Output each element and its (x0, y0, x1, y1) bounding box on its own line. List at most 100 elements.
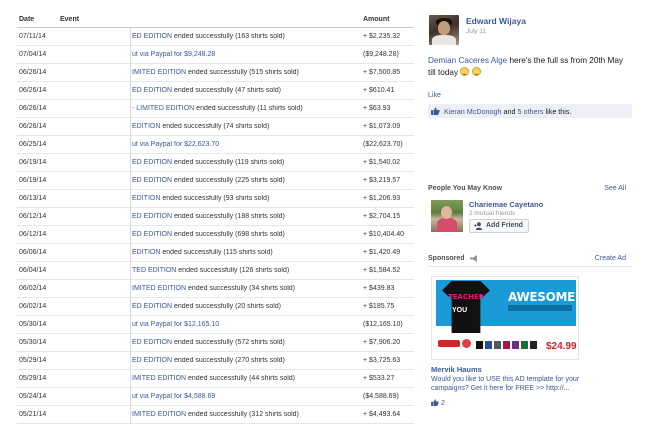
ad-description[interactable]: Would you like to USE this AD template f… (431, 375, 611, 393)
table-row: 06/04/14 TED EDITION ended successfully (… (17, 262, 414, 280)
add-friend-button[interactable]: Add Friend (469, 219, 529, 233)
row-date: 05/30/14 (19, 339, 47, 346)
campaign-link[interactable]: EDITION (132, 195, 160, 202)
campaign-link[interactable]: IMITED EDITION (132, 375, 186, 382)
column-divider (130, 28, 131, 45)
row-event: ED EDITION ended successfully (572 shirt… (132, 339, 358, 346)
row-date: 06/12/14 (19, 231, 47, 238)
mutual-friends-count[interactable]: 2 mutual friends (469, 210, 515, 217)
column-divider (130, 82, 131, 99)
row-date: 05/30/14 (19, 321, 47, 328)
ad-advertiser-name[interactable]: Mervik Haums (431, 365, 482, 374)
campaign-link[interactable]: ED EDITION (132, 231, 172, 238)
campaign-result: ended successfully (312 shirts sold) (186, 411, 299, 418)
suggested-friend-photo[interactable] (431, 200, 463, 232)
table-row: 06/26/14 - LIMITED EDITION ended successf… (17, 100, 414, 118)
create-ad-link[interactable]: Create Ad (595, 255, 626, 262)
table-row: 06/02/14 ED EDITION ended successfully (2… (17, 298, 414, 316)
row-date: 06/02/14 (19, 303, 47, 310)
table-row: 07/04/14 ut via Paypal for $9,248.28 ($9,2… (17, 46, 414, 64)
row-amount: + $2,235.32 (363, 33, 401, 40)
row-amount: + $1,540.02 (363, 159, 401, 166)
suggested-friend-name[interactable]: Chariemae Cayetano (469, 200, 543, 209)
row-event: IMITED EDITION ended successfully (515 s… (132, 69, 358, 76)
row-date: 06/02/14 (19, 285, 47, 292)
campaign-link[interactable]: EDITION (132, 249, 160, 256)
sponsored-title: Sponsored (428, 255, 465, 262)
row-event: ut via Paypal for $9,248.28 (132, 51, 358, 58)
heart-icon (462, 339, 471, 348)
row-event: ED EDITION ended successfully (188 shirt… (132, 213, 358, 220)
liker-name[interactable]: Kieran McDonogh (444, 107, 502, 116)
facebook-right-column: Edward Wijaya July 11 Demian Caceres Alg… (428, 0, 632, 429)
row-event: IMITED EDITION ended successfully (44 sh… (132, 375, 358, 382)
table-header: Date Event Amount (17, 9, 414, 28)
post-text: Demian Caceres Alge here's the full ss f… (428, 55, 632, 79)
campaign-link[interactable]: IMITED EDITION (132, 69, 186, 76)
campaign-result: ended successfully (270 shirts sold) (172, 357, 285, 364)
payout-link[interactable]: ut via Paypal for $12,165.10 (132, 321, 219, 328)
row-amount: + $7,906.20 (363, 339, 401, 346)
row-event: ut via Paypal for $4,588.69 (132, 393, 358, 400)
sponsored-divider (428, 266, 632, 267)
like-button[interactable]: Like (428, 92, 441, 99)
table-row: 07/11/14 ED EDITION ended successfully (1… (17, 28, 414, 46)
poster-avatar[interactable] (429, 15, 459, 45)
payout-link[interactable]: ut via Paypal for $22,623.70 (132, 141, 219, 148)
campaign-result: ended successfully (188 shirts sold) (172, 213, 285, 220)
see-all-link[interactable]: See All (604, 185, 626, 192)
row-date: 07/04/14 (19, 51, 47, 58)
mentioned-user[interactable]: Demian Caceres Alge (428, 56, 507, 65)
campaign-link[interactable]: ED EDITION (132, 357, 172, 364)
megaphone-icon (470, 255, 477, 262)
row-event: IMITED EDITION ended successfully (34 sh… (132, 285, 358, 292)
campaign-link[interactable]: IMITED EDITION (132, 411, 186, 418)
campaign-link[interactable]: ED EDITION (132, 87, 172, 94)
campaign-result: ended successfully (515 shirts sold) (186, 69, 299, 76)
campaign-link[interactable]: IMITED EDITION (132, 285, 186, 292)
poster-name[interactable]: Edward Wijaya (466, 16, 526, 26)
post-timestamp[interactable]: July 11 (466, 28, 486, 35)
campaign-result: ended successfully (225 shirts sold) (172, 177, 285, 184)
row-event: ED EDITION ended successfully (270 shirt… (132, 357, 358, 364)
campaign-link[interactable]: EDITION (132, 123, 160, 130)
order-now-badge (438, 340, 460, 347)
row-amount: + $3,725.63 (363, 357, 401, 364)
ad-like-number: 2 (440, 400, 445, 407)
campaign-link[interactable]: ED EDITION (132, 159, 172, 166)
column-divider (130, 298, 131, 315)
ad-like-count[interactable]: 2 (431, 399, 445, 407)
row-event: ED EDITION ended successfully (47 shirts… (132, 87, 358, 94)
row-event: EDITION ended successfully (93 shirts so… (132, 195, 358, 202)
campaign-link[interactable]: TED EDITION (132, 267, 176, 274)
campaign-result: ended successfully (44 shirts sold) (186, 375, 295, 382)
row-event: ED EDITION ended successfully (20 shirts… (132, 303, 358, 310)
row-amount: ($9,248.28) (363, 51, 399, 58)
campaign-link[interactable]: ED EDITION (132, 303, 172, 310)
campaign-result: ended successfully (119 shirts sold) (172, 159, 285, 166)
column-divider (130, 100, 131, 117)
campaign-link[interactable]: ED EDITION (132, 177, 172, 184)
campaign-result: ended successfully (698 shirts sold) (172, 231, 285, 238)
table-row: 05/24/14 ut via Paypal for $4,588.69 ($4,5… (17, 388, 414, 406)
color-swatch (485, 341, 492, 349)
campaign-result: ended successfully (11 shirts sold) (194, 105, 303, 112)
campaign-link[interactable]: ED EDITION (132, 213, 172, 220)
ad-image[interactable]: TEACHER YOU AWESOME $24.99 (431, 276, 579, 360)
row-date: 06/06/14 (19, 249, 47, 256)
campaign-link[interactable]: ED EDITION (132, 33, 172, 40)
campaign-link[interactable]: - LIMITED EDITION (132, 105, 194, 112)
row-event: EDITION ended successfully (115 shirts s… (132, 249, 358, 256)
likes-others-link[interactable]: 5 others (518, 107, 544, 116)
column-divider (130, 280, 131, 297)
campaign-result: ended successfully (126 shirts sold) (176, 267, 290, 274)
date-column-header: Date (19, 16, 35, 23)
campaign-link[interactable]: ED EDITION (132, 339, 172, 346)
color-swatch (530, 341, 537, 349)
row-date: 05/21/14 (19, 411, 47, 418)
row-event: IMITED EDITION ended successfully (312 s… (132, 411, 358, 418)
payout-link[interactable]: ut via Paypal for $9,248.28 (132, 51, 215, 58)
payout-link[interactable]: ut via Paypal for $4,588.69 (132, 393, 215, 400)
transactions-table: Date Event Amount 07/11/14 ED EDITION end… (17, 9, 414, 424)
row-amount: + $2,704.15 (363, 213, 401, 220)
